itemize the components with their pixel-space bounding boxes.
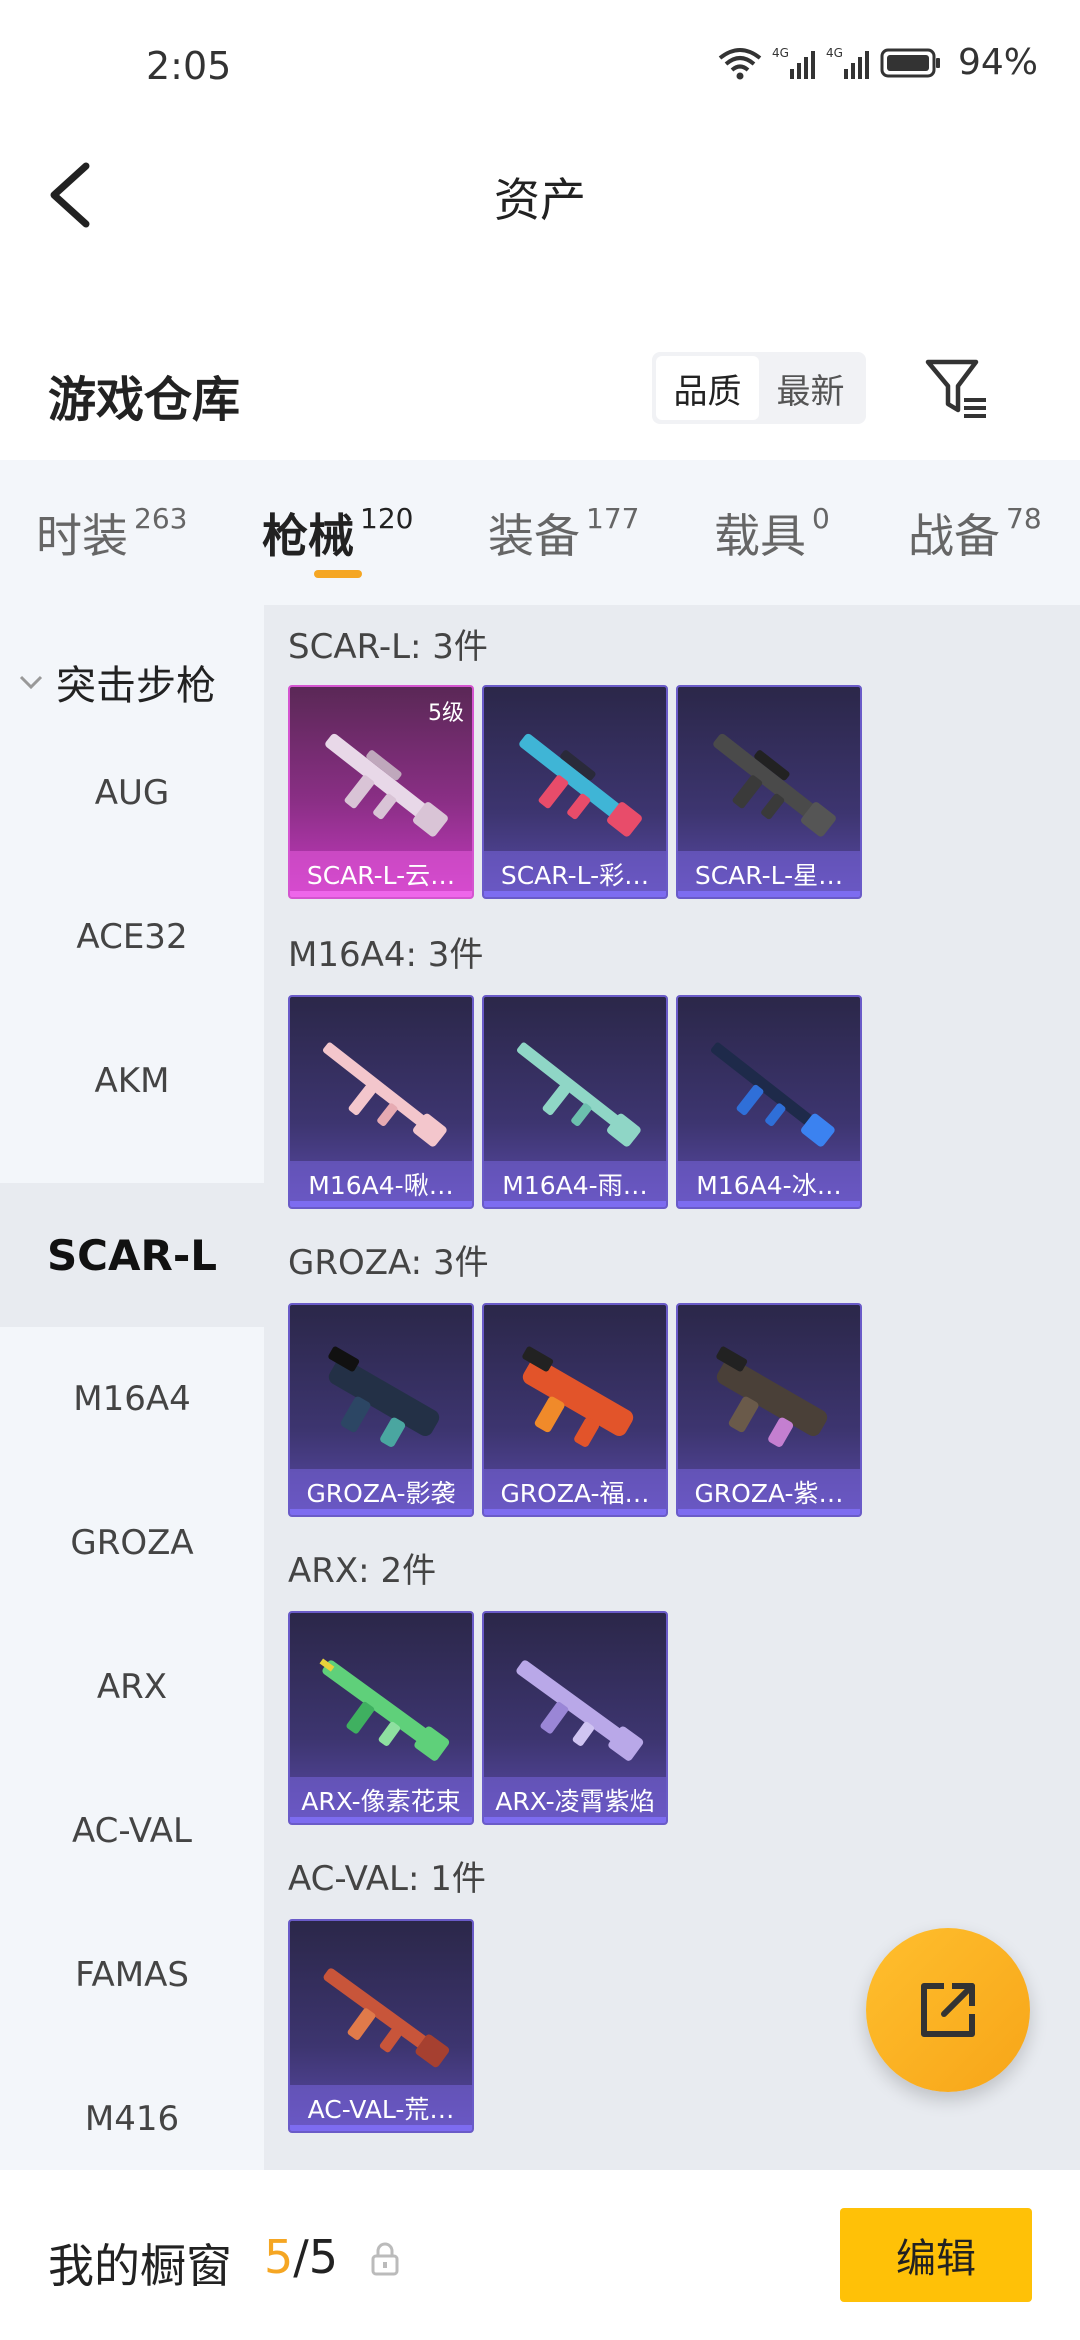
group-title: M16A4: 3件	[288, 935, 484, 975]
card-label: ARX-凌霄紫焰	[484, 1777, 666, 1823]
sidebar-item-aug[interactable]: AUG	[0, 721, 264, 865]
tab-count: 120	[360, 502, 414, 535]
tab-label: 枪械	[262, 509, 354, 563]
weapon-card[interactable]: GROZA-影袭	[288, 1303, 474, 1517]
weapon-card[interactable]: M16A4-冰…	[676, 995, 862, 1209]
rifle-icon	[328, 1346, 440, 1447]
svg-text:4G: 4G	[772, 46, 789, 60]
showcase-bar: 我的橱窗 5/5 编辑	[0, 2170, 1080, 2340]
tab-label: 载具	[714, 509, 806, 563]
weapon-card[interactable]: SCAR-L-彩…	[482, 685, 668, 899]
weapon-card[interactable]: GROZA-福…	[482, 1303, 668, 1517]
sidebar-item-ace32[interactable]: ACE32	[0, 865, 264, 1009]
wifi-icon	[718, 47, 762, 79]
tab-equipment[interactable]: 装备 177	[488, 500, 639, 566]
page-title: 资产	[494, 173, 586, 227]
rifle-icon	[319, 1658, 450, 1761]
card-label: GROZA-影袭	[290, 1469, 472, 1515]
rifle-icon	[716, 1346, 828, 1447]
sidebar-item-ac-val[interactable]: AC-VAL	[0, 1759, 264, 1903]
filter-button[interactable]	[922, 354, 992, 424]
tab-count: 177	[586, 502, 640, 535]
battery-icon	[880, 48, 940, 77]
rifle-icon	[710, 1042, 835, 1147]
active-tab-indicator	[314, 570, 362, 578]
weapon-card[interactable]: GROZA-紫…	[676, 1303, 862, 1517]
svg-text:4G: 4G	[826, 46, 843, 60]
tab-vehicles[interactable]: 载具 0	[714, 500, 830, 566]
rifle-icon	[323, 1968, 450, 2068]
card-label: SCAR-L-星…	[678, 851, 860, 897]
card-label: M16A4-雨…	[484, 1161, 666, 1207]
tab-label: 时装	[36, 509, 128, 563]
showcase-count: 5/5	[264, 2230, 338, 2284]
sidebar-item-groza[interactable]: GROZA	[0, 1471, 264, 1615]
sidebar-item-famas[interactable]: FAMAS	[0, 1903, 264, 2047]
share-icon	[921, 1983, 975, 2037]
lock-icon	[371, 2242, 399, 2276]
sidebar-item-m16a4[interactable]: M16A4	[0, 1327, 264, 1471]
card-label: M16A4-啾…	[290, 1161, 472, 1207]
tab-supplies[interactable]: 战备 78	[908, 500, 1042, 566]
status-bar: 2:05 4G 4G 94%	[0, 0, 1080, 130]
rifle-icon	[516, 1042, 641, 1147]
sort-toggle: 品质 最新	[652, 352, 866, 424]
tab-count: 0	[812, 502, 830, 535]
showcase-count-separator: /	[293, 2230, 309, 2284]
status-icons: 4G 4G 94%	[718, 42, 1038, 83]
weapon-card[interactable]: ARX-像素花束	[288, 1611, 474, 1825]
showcase-count-total: 5	[308, 2230, 339, 2284]
tab-label: 战备	[908, 509, 1000, 563]
card-label: ARX-像素花束	[290, 1777, 472, 1823]
tab-count: 78	[1006, 502, 1042, 535]
weapon-card[interactable]: M16A4-啾…	[288, 995, 474, 1209]
battery-percent: 94%	[957, 42, 1038, 83]
tab-outfits[interactable]: 时装 263	[36, 500, 187, 566]
card-label: M16A4-冰…	[678, 1161, 860, 1207]
status-time: 2:05	[146, 44, 232, 88]
showcase-count-current: 5	[264, 2230, 294, 2284]
weapon-card[interactable]: AC-VAL-荒…	[288, 1919, 474, 2133]
tab-weapons[interactable]: 枪械 120	[262, 500, 413, 566]
group-title: GROZA: 3件	[288, 1243, 489, 1283]
level-badge: 5级	[428, 701, 464, 726]
tab-label: 装备	[488, 509, 580, 563]
rifle-icon	[325, 733, 448, 837]
sidebar-group-assault-rifles[interactable]: 突击步枪	[18, 653, 216, 711]
sort-by-newest[interactable]: 最新	[759, 356, 862, 420]
group-title: AC-VAL: 1件	[288, 1859, 486, 1899]
rifle-icon	[322, 1042, 447, 1147]
tab-count: 263	[134, 502, 188, 535]
group-title: ARX: 2件	[288, 1551, 437, 1591]
card-label: GROZA-紫…	[678, 1469, 860, 1515]
weapon-card[interactable]: ARX-凌霄紫焰	[482, 1611, 668, 1825]
weapon-card[interactable]: SCAR-L-星…	[676, 685, 862, 899]
chevron-down-icon	[19, 675, 43, 690]
edit-button[interactable]: 编辑	[840, 2208, 1032, 2302]
rifle-icon	[519, 733, 642, 837]
sort-by-quality[interactable]: 品质	[656, 356, 759, 420]
rifle-icon	[516, 1660, 644, 1761]
section-title: 游戏仓库	[48, 372, 241, 428]
sidebar-item-scar-l[interactable]: SCAR-L	[0, 1183, 264, 1327]
card-label: SCAR-L-彩…	[484, 851, 666, 897]
card-label: SCAR-L-云…	[290, 851, 472, 897]
filter-icon	[925, 359, 986, 418]
sidebar-item-arx[interactable]: ARX	[0, 1615, 264, 1759]
rifle-icon	[522, 1346, 634, 1447]
category-tabs: 时装 263 枪械 120 装备 177 载具 0 战备 78	[0, 460, 1080, 605]
weapon-type-sidebar: 突击步枪 AUG ACE32 AKM SCAR-L M16A4 GROZA AR…	[0, 605, 264, 2170]
signal-icon-2: 4G	[826, 46, 869, 79]
weapon-card[interactable]: M16A4-雨…	[482, 995, 668, 1209]
group-title: SCAR-L: 3件	[288, 627, 488, 667]
sidebar-group-label: 突击步枪	[56, 663, 216, 709]
signal-icon: 4G	[772, 46, 815, 79]
sidebar-item-akm[interactable]: AKM	[0, 1009, 264, 1153]
weapon-card[interactable]: 5级 SCAR-L-云…	[288, 685, 474, 899]
share-button[interactable]	[866, 1928, 1030, 2092]
rifle-icon	[713, 733, 836, 837]
showcase-label: 我的橱窗	[48, 2239, 232, 2293]
card-label: AC-VAL-荒…	[290, 2085, 472, 2131]
card-label: GROZA-福…	[484, 1469, 666, 1515]
